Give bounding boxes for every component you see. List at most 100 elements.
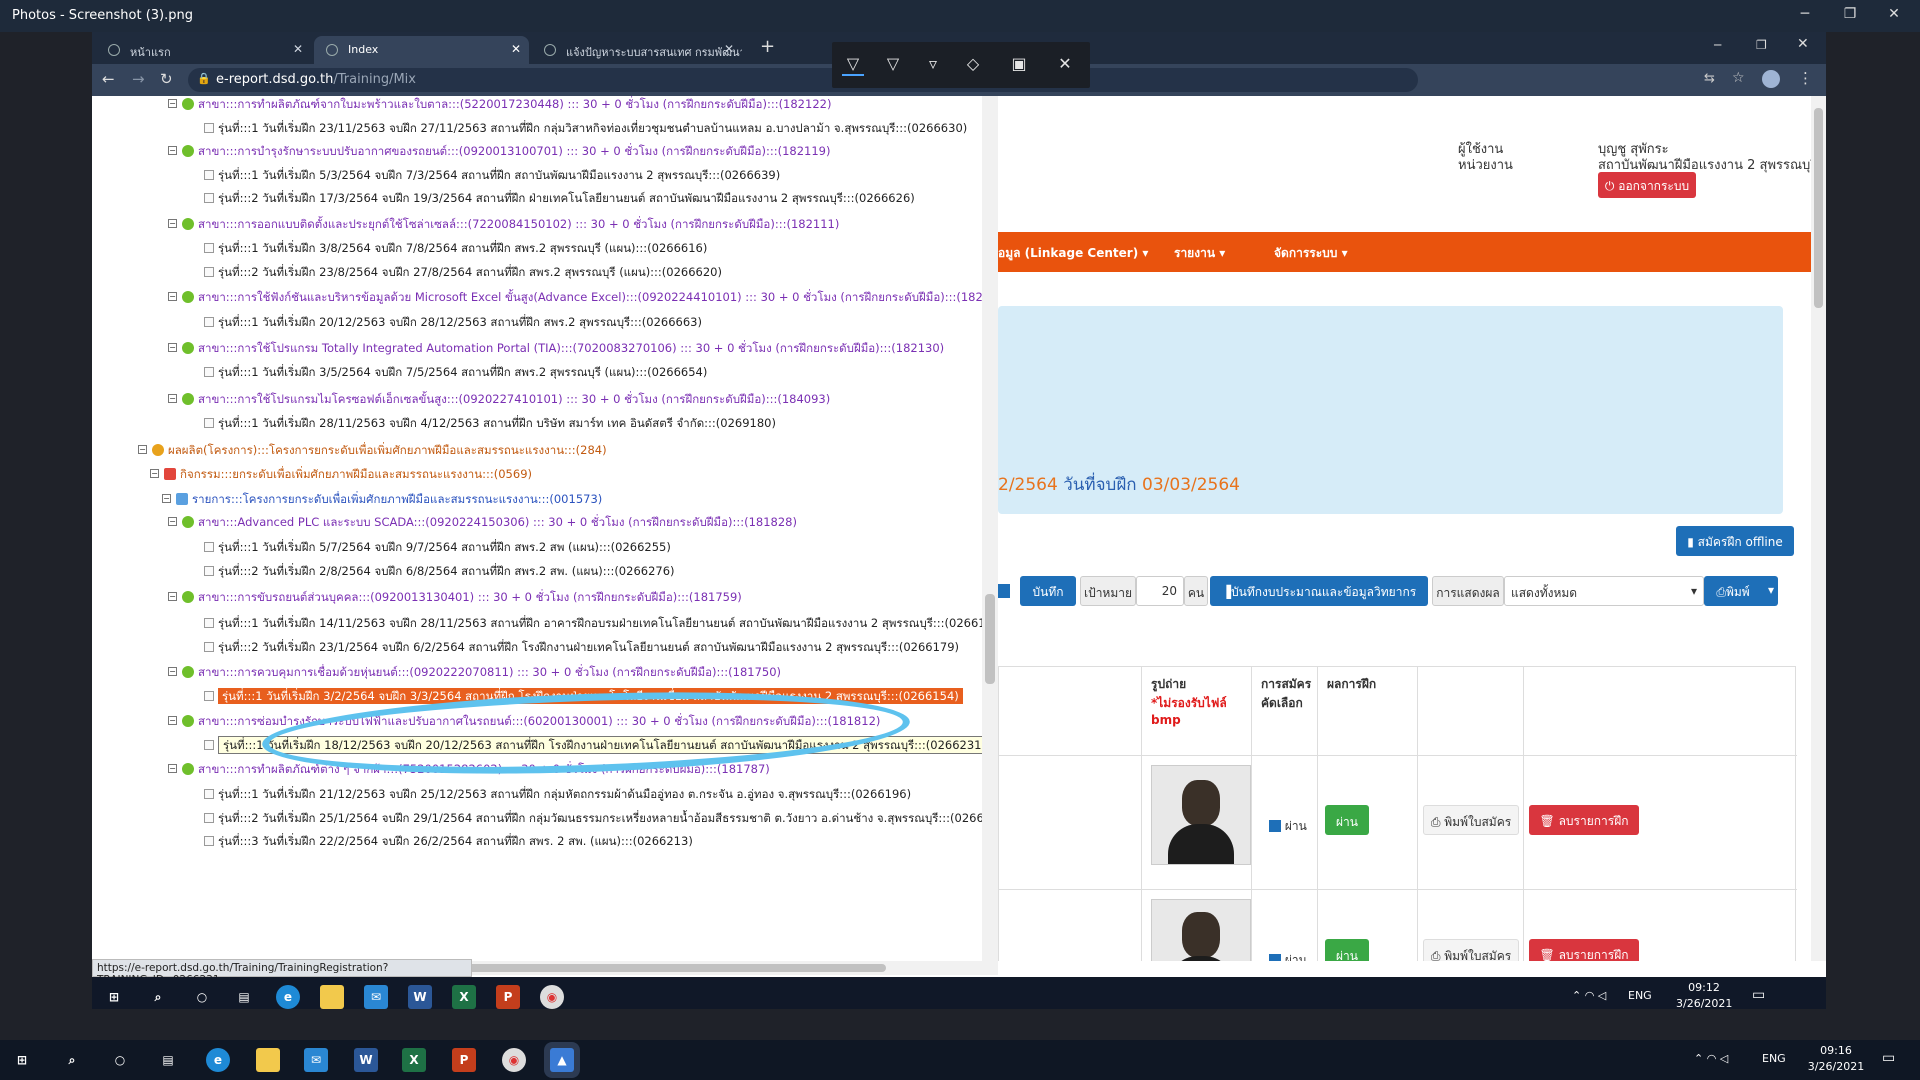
tree-node-class[interactable]: รุ่นที่:::2 วันที่เริ่มฝึก 25/1/2564 จบฝ…: [204, 810, 998, 828]
ballpoint-pen-icon[interactable]: ▽: [842, 54, 864, 76]
scrollbar-thumb[interactable]: [985, 594, 995, 684]
chrome-icon[interactable]: ◉: [540, 985, 564, 1009]
minimize-icon[interactable]: ─: [1714, 38, 1721, 52]
collapse-toggle-icon[interactable]: −: [168, 592, 177, 601]
windows-start-icon[interactable]: ⊞: [10, 1048, 34, 1072]
clock-time[interactable]: 09:16: [1806, 1044, 1866, 1057]
word-icon[interactable]: W: [408, 985, 432, 1009]
tree-node-branch[interactable]: − สาขา:::การขับรถยนต์ส่วนบุคคล:::(0920013…: [168, 589, 742, 607]
tree-node-class[interactable]: รุ่นที่:::2 วันที่เริ่มฝึก 23/1/2564 จบฝ…: [204, 639, 959, 657]
menu-kebab-icon[interactable]: ⋮: [1798, 69, 1813, 87]
highlighter-icon[interactable]: ▿: [922, 54, 944, 76]
collapse-toggle-icon[interactable]: −: [168, 716, 177, 725]
tree-node-class[interactable]: รุ่นที่:::1 วันที่เริ่มฝึก 14/11/2563 จบ…: [204, 615, 998, 633]
close-icon[interactable]: ✕: [1054, 54, 1076, 76]
nav-system[interactable]: จัดการระบบ ▾: [1274, 244, 1348, 263]
print-application-button[interactable]: ⎙ พิมพ์ใบสมัคร: [1423, 939, 1519, 961]
tray-icons[interactable]: ⌃ ◠ ◁: [1572, 989, 1606, 1002]
powerpoint-icon[interactable]: P: [452, 1048, 476, 1072]
file-explorer-icon[interactable]: [320, 985, 344, 1009]
restore-icon[interactable]: ❐: [1840, 6, 1860, 26]
tree-node-class[interactable]: รุ่นที่:::1 วันที่เริ่มฝึก 5/7/2564 จบฝึ…: [204, 539, 671, 557]
language-indicator[interactable]: ENG: [1762, 1052, 1786, 1065]
word-icon[interactable]: W: [354, 1048, 378, 1072]
close-icon[interactable]: ✕: [1884, 6, 1904, 26]
collapse-toggle-icon[interactable]: −: [168, 99, 177, 108]
tree-node-class[interactable]: รุ่นที่:::1 วันที่เริ่มฝึก 3/8/2564 จบฝึ…: [204, 240, 707, 258]
cortana-icon[interactable]: ○: [108, 1048, 132, 1072]
tree-node-class[interactable]: รุ่นที่:::3 วันที่เริ่มฝึก 22/2/2564 จบฝ…: [204, 833, 693, 851]
tree-node-class[interactable]: รุ่นที่:::2 วันที่เริ่มฝึก 2/8/2564 จบฝึ…: [204, 563, 675, 581]
tab-report-issue[interactable]: แจ้งปัญหาระบบสารสนเทศ กรมพัฒนาฯ ✕: [532, 36, 742, 64]
excel-icon[interactable]: X: [452, 985, 476, 1009]
selection-checkbox[interactable]: ผ่าน: [1269, 951, 1307, 961]
translate-icon[interactable]: ⇆: [1704, 71, 1715, 86]
eraser-icon[interactable]: ◇: [962, 54, 984, 76]
save-button[interactable]: บันทึก: [1020, 576, 1076, 606]
collapse-toggle-icon[interactable]: −: [168, 394, 177, 403]
nav-linkage-center[interactable]: อมูล (Linkage Center) ▾: [998, 244, 1148, 263]
close-tab-icon[interactable]: ✕: [724, 42, 734, 56]
tray-icons[interactable]: ⌃ ◠ ◁: [1694, 1052, 1728, 1065]
nav-reports[interactable]: รายงาน ▾: [1174, 244, 1225, 263]
result-pass-badge[interactable]: ผ่าน: [1325, 939, 1369, 961]
chrome-icon[interactable]: ◉: [502, 1048, 526, 1072]
save-budget-button[interactable]: ▐บันทึกงบประมาณและข้อมูลวิทยากร: [1210, 576, 1428, 606]
display-select[interactable]: แสดงทั้งหมด ▾: [1504, 576, 1704, 606]
minimize-icon[interactable]: ─: [1795, 6, 1815, 26]
delete-training-button[interactable]: 🗑 ลบรายการฝึก: [1529, 939, 1639, 961]
tree-node-branch[interactable]: − สาขา:::Advanced PLC และระบบ SCADA:::(09…: [168, 514, 797, 532]
collapse-toggle-icon[interactable]: −: [162, 494, 171, 503]
mail-icon[interactable]: ✉: [364, 985, 388, 1009]
tree-node-branch[interactable]: − สาขา:::การควบคุมการเชื่อมด้วยหุ่นยนต์::…: [168, 664, 781, 682]
collapse-toggle-icon[interactable]: −: [150, 469, 159, 478]
collapse-toggle-icon[interactable]: −: [168, 219, 177, 228]
powerpoint-icon[interactable]: P: [496, 985, 520, 1009]
file-explorer-icon[interactable]: [256, 1048, 280, 1072]
tree-node-class[interactable]: รุ่นที่:::1 วันที่เริ่มฝึก 21/12/2563 จบ…: [204, 786, 911, 804]
restore-icon[interactable]: ❐: [1756, 38, 1767, 52]
checkbox-icon[interactable]: [1269, 820, 1281, 832]
tree-node-class[interactable]: รุ่นที่:::1 วันที่เริ่มฝึก 28/11/2563 จบ…: [204, 415, 776, 433]
collapse-toggle-icon[interactable]: −: [168, 764, 177, 773]
tree-node-branch[interactable]: − สาขา:::การออกแบบติดตั้งและประยุกต์ใช้โซ…: [168, 216, 839, 234]
collapse-toggle-icon[interactable]: −: [168, 343, 177, 352]
crop-icon[interactable]: ▣: [1008, 54, 1030, 76]
selection-checkbox[interactable]: ผ่าน: [1269, 817, 1307, 836]
collapse-toggle-icon[interactable]: −: [168, 146, 177, 155]
search-icon[interactable]: ⌕: [146, 985, 170, 1009]
notification-icon[interactable]: ▭: [1752, 987, 1765, 1003]
clock-date[interactable]: 3/26/2021: [1676, 997, 1732, 1009]
trainee-photo[interactable]: [1151, 765, 1251, 865]
page-scrollbar[interactable]: [1811, 96, 1826, 961]
photos-icon[interactable]: ▲: [550, 1048, 574, 1072]
collapse-toggle-icon[interactable]: −: [138, 445, 147, 454]
collapse-toggle-icon[interactable]: −: [168, 667, 177, 676]
register-offline-button[interactable]: ▮ สมัครฝึก offline: [1676, 526, 1794, 556]
notification-icon[interactable]: ▭: [1882, 1050, 1895, 1066]
print-button[interactable]: ⎙พิมพ์ ▾: [1704, 576, 1778, 606]
tab-home[interactable]: หน้าแรก ✕: [96, 36, 311, 64]
task-view-icon[interactable]: ▤: [232, 985, 256, 1009]
tree-node-activity[interactable]: − กิจกรรม:::ยกระดับเพื่อเพิ่มศักยภาพฝีมือ…: [150, 466, 532, 484]
close-icon[interactable]: ✕: [1797, 36, 1809, 52]
tree-node-class[interactable]: รุ่นที่:::1 วันที่เริ่มฝึก 20/12/2563 จบ…: [204, 314, 702, 332]
back-icon[interactable]: ←: [102, 70, 115, 88]
tree-node-branch[interactable]: − สาขา:::การใช้โปรแกรม Totally Integrated…: [168, 340, 944, 358]
edge-icon[interactable]: e: [276, 985, 300, 1009]
collapse-toggle-icon[interactable]: −: [168, 292, 177, 301]
tree-node-project[interactable]: − ผลผลิต(โครงการ):::โครงการยกระดับเพื่อเพ…: [138, 442, 607, 460]
select-all-checkbox[interactable]: [998, 584, 1010, 598]
mail-icon[interactable]: ✉: [304, 1048, 328, 1072]
tree-scrollbar[interactable]: [982, 96, 998, 961]
tree-node-class[interactable]: รุ่นที่:::1 วันที่เริ่มฝึก 5/3/2564 จบฝึ…: [204, 167, 780, 185]
close-tab-icon[interactable]: ✕: [293, 42, 303, 56]
tree-node-class[interactable]: รุ่นที่:::1 วันที่เริ่มฝึก 23/11/2563 จบ…: [204, 120, 967, 138]
tree-node-class[interactable]: รุ่นที่:::2 วันที่เริ่มฝึก 17/3/2564 จบฝ…: [204, 190, 915, 208]
reload-icon[interactable]: ↻: [160, 70, 173, 88]
tree-node-branch[interactable]: − สาขา:::การใช้โปรแกรมไมโครซอฟต์เอ็กเซลขั…: [168, 391, 830, 409]
tree-node-item[interactable]: − รายการ:::โครงการยกระดับเพื่อเพิ่มศักยภา…: [162, 491, 602, 509]
pencil-icon[interactable]: ▽: [882, 54, 904, 76]
collapse-toggle-icon[interactable]: −: [168, 517, 177, 526]
tab-index[interactable]: Index ✕: [314, 36, 529, 64]
